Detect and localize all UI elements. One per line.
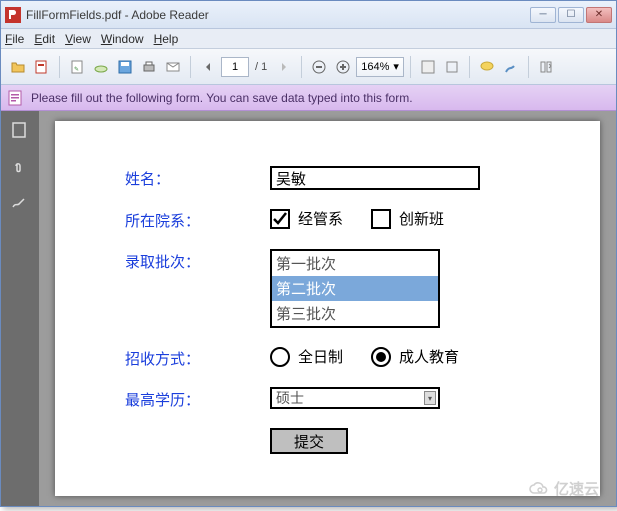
toolbar-separator bbox=[190, 56, 191, 78]
comment-icon[interactable] bbox=[476, 56, 498, 78]
chevron-down-icon: ▾ bbox=[424, 391, 436, 405]
save-icon[interactable] bbox=[114, 56, 136, 78]
document-viewport[interactable]: 姓名： 所在院系： 经管系 创新班 bbox=[39, 111, 616, 506]
mode-label: 招收方式： bbox=[125, 346, 270, 369]
adobe-reader-icon bbox=[5, 7, 21, 23]
batch-label: 录取批次： bbox=[125, 249, 270, 272]
reading-mode-icon[interactable] bbox=[535, 56, 557, 78]
batch-option-3[interactable]: 第三批次 bbox=[272, 301, 438, 326]
menu-edit[interactable]: Edit bbox=[34, 32, 55, 46]
create-pdf-icon[interactable]: ✎ bbox=[66, 56, 88, 78]
mode-option-1-label: 全日制 bbox=[298, 346, 343, 367]
department-checkbox-1[interactable] bbox=[270, 209, 290, 229]
name-input[interactable] bbox=[270, 166, 480, 190]
workarea: 姓名： 所在院系： 经管系 创新班 bbox=[1, 111, 616, 506]
menu-view[interactable]: View bbox=[65, 32, 91, 46]
education-value: 硕士 bbox=[276, 388, 304, 408]
form-infobar: Please fill out the following form. You … bbox=[1, 85, 616, 111]
batch-option-1[interactable]: 第一批次 bbox=[272, 251, 438, 276]
zoom-in-icon[interactable] bbox=[332, 56, 354, 78]
cloud-icon[interactable] bbox=[90, 56, 112, 78]
zoom-select[interactable]: 164%▾ bbox=[356, 57, 404, 77]
toolbar-separator bbox=[301, 56, 302, 78]
email-icon[interactable] bbox=[162, 56, 184, 78]
pdf-page: 姓名： 所在院系： 经管系 创新班 bbox=[55, 121, 600, 496]
department-checkbox-2[interactable] bbox=[371, 209, 391, 229]
attachments-icon[interactable] bbox=[10, 157, 30, 177]
svg-text:✎: ✎ bbox=[74, 66, 79, 73]
minimize-button[interactable]: ─ bbox=[530, 7, 556, 23]
signatures-icon[interactable] bbox=[10, 193, 30, 213]
zoom-out-icon[interactable] bbox=[308, 56, 330, 78]
mode-option-2-label: 成人教育 bbox=[399, 346, 459, 367]
chevron-down-icon: ▾ bbox=[393, 60, 399, 73]
education-dropdown[interactable]: 硕士 ▾ bbox=[270, 387, 440, 409]
view-mode-icon[interactable] bbox=[441, 56, 463, 78]
next-page-icon[interactable] bbox=[273, 56, 295, 78]
department-option-2-label: 创新班 bbox=[399, 208, 444, 229]
close-button[interactable]: ✕ bbox=[586, 7, 612, 23]
infobar-message: Please fill out the following form. You … bbox=[31, 91, 413, 105]
department-option-1-label: 经管系 bbox=[298, 208, 343, 229]
department-label: 所在院系： bbox=[125, 208, 270, 231]
app-window: FillFormFields.pdf - Adobe Reader ─ ☐ ✕ … bbox=[0, 0, 617, 507]
cloud-logo-icon bbox=[528, 480, 550, 498]
page-number-input[interactable]: 1 bbox=[221, 57, 249, 77]
mode-radio-2[interactable] bbox=[371, 347, 391, 367]
batch-listbox[interactable]: 第一批次 第二批次 第三批次 bbox=[270, 249, 440, 328]
education-label: 最高学历： bbox=[125, 387, 270, 410]
toolbar-separator bbox=[469, 56, 470, 78]
page-total-label: / 1 bbox=[251, 61, 271, 73]
titlebar: FillFormFields.pdf - Adobe Reader ─ ☐ ✕ bbox=[1, 1, 616, 29]
thumbnails-icon[interactable] bbox=[10, 121, 30, 141]
sign-icon[interactable] bbox=[500, 56, 522, 78]
form-icon bbox=[7, 90, 23, 106]
toolbar-separator bbox=[528, 56, 529, 78]
print-icon[interactable] bbox=[138, 56, 160, 78]
toolbar-separator bbox=[59, 56, 60, 78]
menu-file[interactable]: File bbox=[5, 32, 24, 46]
menu-window[interactable]: Window bbox=[101, 32, 144, 46]
menubar: File Edit View Window Help bbox=[1, 29, 616, 49]
tools-save-icon[interactable] bbox=[417, 56, 439, 78]
side-navigation bbox=[1, 111, 39, 506]
watermark: 亿速云 bbox=[528, 478, 599, 499]
mode-radio-1[interactable] bbox=[270, 347, 290, 367]
export-pdf-icon[interactable] bbox=[31, 56, 53, 78]
menu-help[interactable]: Help bbox=[154, 32, 179, 46]
name-label: 姓名： bbox=[125, 166, 270, 189]
prev-page-icon[interactable] bbox=[197, 56, 219, 78]
submit-button[interactable]: 提交 bbox=[270, 428, 348, 454]
window-title: FillFormFields.pdf - Adobe Reader bbox=[26, 8, 530, 22]
maximize-button[interactable]: ☐ bbox=[558, 7, 584, 23]
toolbar: ✎ 1 / 1 164%▾ bbox=[1, 49, 616, 85]
open-icon[interactable] bbox=[7, 56, 29, 78]
batch-option-2[interactable]: 第二批次 bbox=[272, 276, 438, 301]
toolbar-separator bbox=[410, 56, 411, 78]
